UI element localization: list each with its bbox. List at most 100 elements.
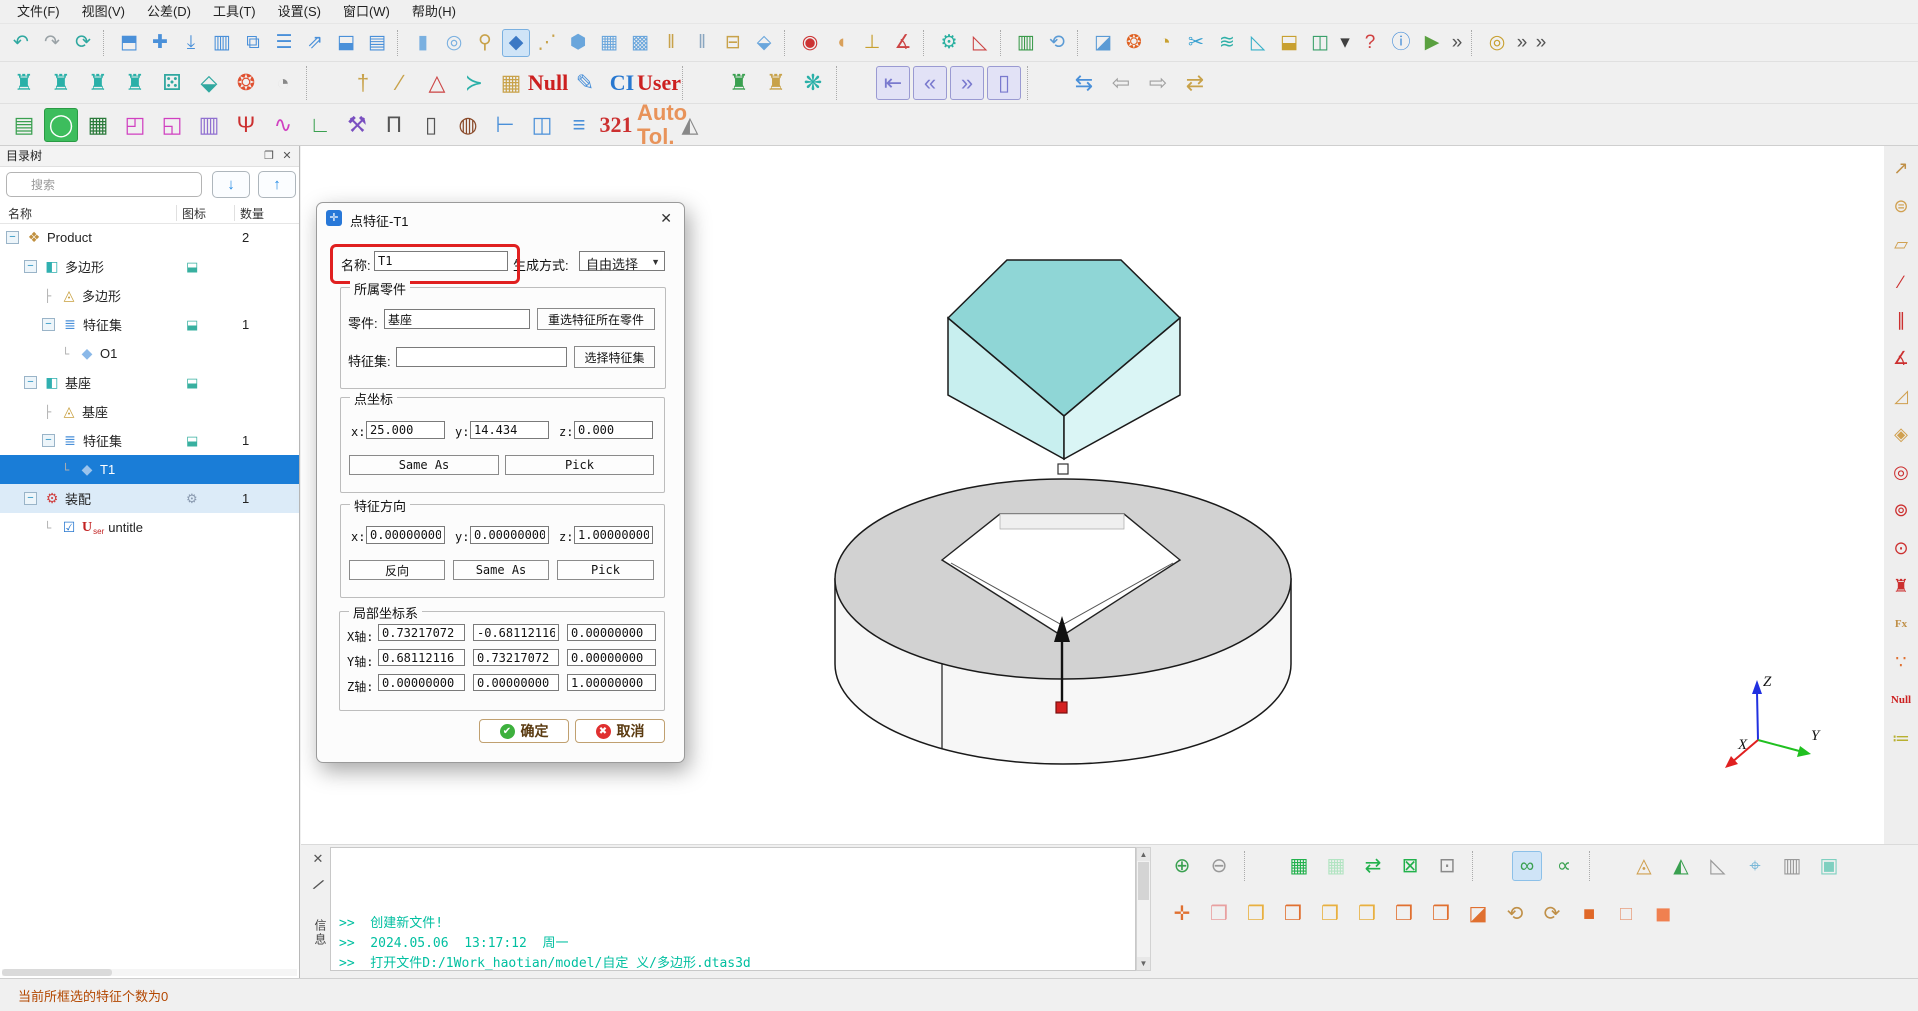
fx-button[interactable]: Fx	[1887, 610, 1915, 638]
view-cube-3-button[interactable]: ❒	[1315, 899, 1345, 929]
square-ruler-button[interactable]: ◺	[1244, 29, 1272, 57]
cube-wire-button[interactable]: □	[1611, 899, 1641, 929]
lcs-z1-input[interactable]	[378, 674, 465, 691]
stud-feature-2-button[interactable]: ♜	[44, 66, 78, 100]
menu-tolerance[interactable]: 公差(D)	[136, 4, 202, 19]
snowflake-button[interactable]: ❋	[796, 66, 830, 100]
gauge-report-button[interactable]: ◔	[1151, 29, 1179, 57]
link-button[interactable]: ∞	[1512, 851, 1542, 881]
fold-plane-button[interactable]: ◿	[1887, 382, 1915, 410]
motor-button[interactable]: ◍	[451, 108, 485, 142]
import-doc-button[interactable]: ⤓	[177, 29, 205, 57]
unlink-button[interactable]: ∝	[1549, 851, 1579, 881]
lcs-y2-input[interactable]	[473, 649, 559, 666]
mesh-points-button[interactable]: ▩	[626, 29, 654, 57]
menu-file[interactable]: 文件(F)	[6, 4, 71, 19]
mirror-view-button[interactable]: ◫	[1306, 29, 1334, 57]
pin-pair-alt-button[interactable]: ‖	[688, 29, 716, 57]
link-chevron-button[interactable]: ≻	[457, 66, 491, 100]
swap-arrows-button[interactable]: ⇆	[1067, 66, 1101, 100]
plane-point-button[interactable]: ⊟	[719, 29, 747, 57]
green-board-button[interactable]: ▦	[81, 108, 115, 142]
play-button[interactable]: ▶	[1418, 29, 1446, 57]
lcs-z2-input[interactable]	[473, 674, 559, 691]
reverse-direction-button[interactable]: 反向	[349, 560, 445, 580]
point-cloud-button[interactable]: ⬢	[564, 29, 592, 57]
t-panel-button[interactable]: ▣	[1814, 851, 1844, 881]
expander-toggle[interactable]: −	[24, 492, 37, 505]
reselect-part-button[interactable]: 重选特征所在零件	[537, 308, 655, 330]
menu-settings[interactable]: 设置(S)	[267, 4, 332, 19]
circle-feature-button[interactable]: ◎	[440, 29, 468, 57]
plane-normal-button[interactable]: ◈	[1887, 420, 1915, 448]
expander-toggle[interactable]: −	[42, 434, 55, 447]
tree-row[interactable]: − ≣ 特征集 ⬓ 1	[0, 426, 299, 455]
branch-button[interactable]: Ψ	[229, 108, 263, 142]
chart-doc-button[interactable]: ▥	[208, 29, 236, 57]
spring-button[interactable]: ≋	[1213, 29, 1241, 57]
stud-green-button[interactable]: ♜	[722, 66, 756, 100]
plane-pencil-button[interactable]: ✎	[568, 66, 602, 100]
tree-row[interactable]: └ ◆ T1	[0, 455, 299, 484]
dial-tolerance-button[interactable]: ◉	[796, 29, 824, 57]
view-cube-2-button[interactable]: ❒	[1278, 899, 1308, 929]
cancel-button[interactable]: ✖ 取消	[575, 719, 665, 743]
triangle-points-button[interactable]: △	[420, 66, 454, 100]
rotate-cw-button[interactable]: ⟳	[1537, 899, 1567, 929]
grid-outline-button[interactable]: ▦	[1321, 851, 1351, 881]
log-scrollbar[interactable]: ▲ ▼	[1136, 847, 1151, 971]
hierarchy-button[interactable]: ∵	[1887, 648, 1915, 676]
tool-cluster-button[interactable]: ⚒	[340, 108, 374, 142]
part-input[interactable]	[384, 309, 530, 329]
user-button[interactable]: User	[642, 66, 676, 100]
lcs-y1-input[interactable]	[378, 649, 465, 666]
parallel-planes-button[interactable]: ∥	[1887, 306, 1915, 334]
tree-row[interactable]: − ⚙ 装配 ⚙ 1	[0, 484, 299, 513]
export-doc-button[interactable]: ⇗	[301, 29, 329, 57]
stud-feature-4-button[interactable]: ♜	[118, 66, 152, 100]
prism-button[interactable]: ◭	[673, 108, 707, 142]
message-log[interactable]: >> 创建新文件!>> 2024.05.06 13:17:12 周一>> 打开文…	[330, 847, 1136, 971]
expander-toggle[interactable]: −	[24, 376, 37, 389]
reload-doc-button[interactable]: ⟳	[69, 29, 97, 57]
angle-tolerance-button[interactable]: ∡	[889, 29, 917, 57]
move-down-button[interactable]: ↓	[212, 171, 250, 198]
expander-toggle[interactable]: −	[24, 260, 37, 273]
shapes-button[interactable]: ◬	[1629, 851, 1659, 881]
redo-button[interactable]: ↷	[38, 29, 66, 57]
menu-view[interactable]: 视图(V)	[71, 4, 136, 19]
point-slash-button[interactable]: ∕	[383, 66, 417, 100]
null-feature-button[interactable]: Null	[531, 66, 565, 100]
tag-list-button[interactable]: ≔	[1887, 724, 1915, 752]
gold-mesh-button[interactable]: ▦	[494, 66, 528, 100]
menu-help[interactable]: 帮助(H)	[401, 4, 467, 19]
skeleton-button[interactable]: ∿	[266, 108, 300, 142]
scroll-down-icon[interactable]: ▼	[1137, 957, 1150, 970]
panel-group-button[interactable]: ▥	[192, 108, 226, 142]
car-frame-button[interactable]: ◰	[118, 108, 152, 142]
generation-mode-select[interactable]: 自由选择 ▼	[579, 251, 665, 271]
tree-row[interactable]: − ◧ 基座 ⬓	[0, 368, 299, 397]
select-feature-set-button[interactable]: 选择特征集	[574, 346, 655, 368]
null-button[interactable]: Null	[1887, 686, 1915, 714]
ruler-x-button[interactable]: ◺	[1703, 851, 1733, 881]
nav-display-button[interactable]: ▯	[987, 66, 1021, 100]
datum-axes-button[interactable]: ⊥	[858, 29, 886, 57]
three-two-one-button[interactable]: 321	[599, 108, 633, 142]
mesh-button[interactable]: ▦	[595, 29, 623, 57]
lcs-z3-input[interactable]	[567, 674, 656, 691]
vertex-handle[interactable]	[1058, 464, 1068, 474]
ok-button[interactable]: ✔ 确定	[479, 719, 569, 743]
save-doc-button[interactable]: ⬓	[332, 29, 360, 57]
tree-horizontal-scrollbar[interactable]	[2, 969, 297, 976]
direction-pick-button[interactable]: Pick	[557, 560, 654, 580]
expander-toggle[interactable]: −	[6, 231, 19, 244]
dialog-close-icon[interactable]: ✕	[660, 210, 672, 227]
copy-doc-button[interactable]: ⧉	[239, 29, 267, 57]
view-cube-4-button[interactable]: ❒	[1352, 899, 1382, 929]
panel-gap-button[interactable]: ◫	[525, 108, 559, 142]
align-right-button[interactable]: ⇨	[1141, 66, 1175, 100]
align-center-button[interactable]: ⇄	[1178, 66, 1212, 100]
help-rotate-button[interactable]: ?	[1356, 29, 1384, 57]
tree-row[interactable]: − ◧ 多边形 ⬓	[0, 252, 299, 281]
